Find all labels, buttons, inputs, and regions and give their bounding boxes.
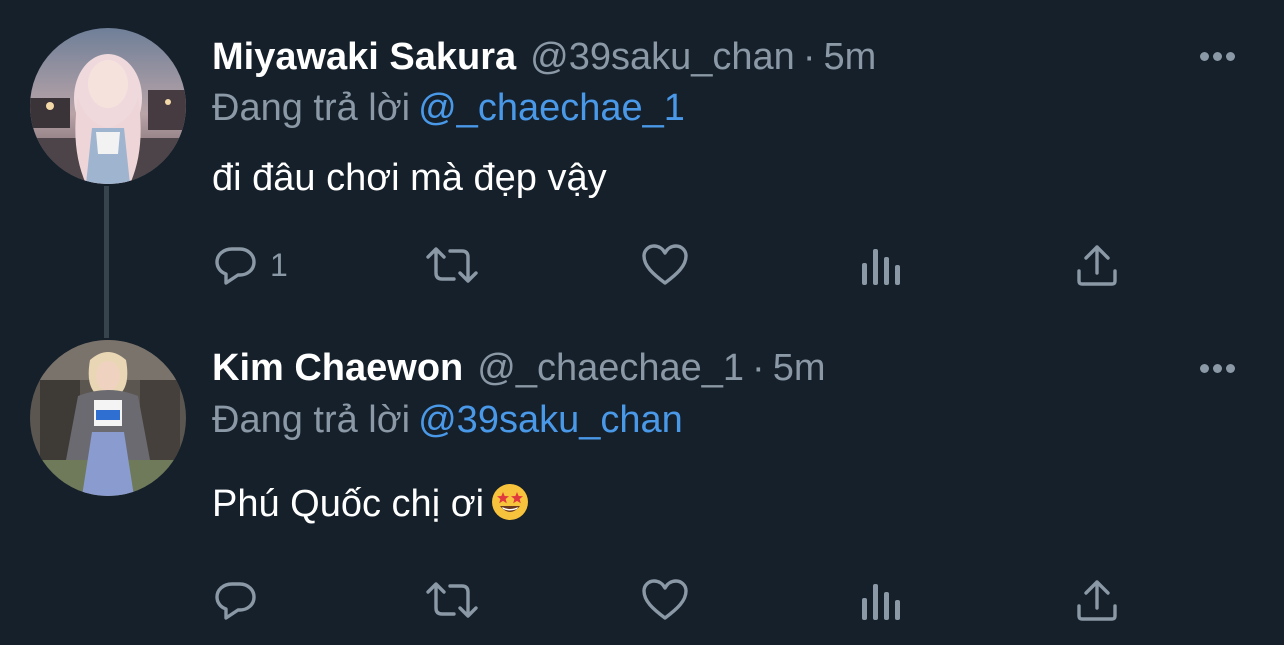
avatar[interactable] xyxy=(30,340,186,496)
avatar[interactable] xyxy=(30,28,186,184)
replying-label: Đang trả lời xyxy=(212,399,411,441)
retweet-icon xyxy=(426,582,478,618)
more-icon[interactable] xyxy=(1200,361,1240,375)
share-icon xyxy=(1077,580,1117,621)
share-button[interactable] xyxy=(1074,575,1120,625)
retweet-icon xyxy=(426,247,478,283)
mention-link[interactable]: @39saku_chan xyxy=(418,399,683,441)
views-icon xyxy=(862,584,900,620)
user-handle[interactable]: @_chaechae_1 xyxy=(477,347,744,389)
like-icon xyxy=(642,579,688,620)
tweet-header: Miyawaki Sakura @39saku_chan · 5m xyxy=(212,35,876,79)
views-button[interactable] xyxy=(858,575,902,625)
share-button[interactable] xyxy=(1074,240,1120,290)
display-name[interactable]: Miyawaki Sakura xyxy=(212,36,516,78)
replying-to-line: Đang trả lời @_chaechae_1 xyxy=(212,86,685,130)
avatar-photo-chaewon xyxy=(30,340,186,496)
separator-dot: · xyxy=(752,347,765,389)
tweet-content: Phú Quốc chị ơi xyxy=(212,481,530,527)
tweet[interactable]: Kim Chaewon @_chaechae_1 · 5m Đang trả lời @… xyxy=(0,330,1284,645)
replying-to-line: Đang trả lời @39saku_chan xyxy=(212,398,683,442)
like-button[interactable] xyxy=(640,575,690,625)
action-bar xyxy=(212,575,1152,625)
user-handle[interactable]: @39saku_chan xyxy=(530,36,795,78)
like-icon xyxy=(642,244,688,285)
display-name[interactable]: Kim Chaewon xyxy=(212,347,463,389)
share-icon xyxy=(1077,245,1117,286)
like-button[interactable] xyxy=(640,240,690,290)
timestamp[interactable]: 5m xyxy=(823,36,876,78)
tweet-text: đi đâu chơi mà đẹp vậy xyxy=(212,157,607,199)
timestamp[interactable]: 5m xyxy=(773,347,826,389)
reply-thread: Miyawaki Sakura @39saku_chan · 5m Đang trả … xyxy=(0,0,1284,645)
replying-label: Đang trả lời xyxy=(212,87,411,129)
separator-dot: · xyxy=(802,36,816,78)
action-bar: 1 xyxy=(212,240,1152,290)
reply-button[interactable]: 1 xyxy=(212,240,288,290)
views-icon xyxy=(862,249,900,285)
views-button[interactable] xyxy=(858,240,902,290)
tweet[interactable]: Miyawaki Sakura @39saku_chan · 5m Đang trả … xyxy=(0,0,1284,330)
avatar-photo-sakura xyxy=(30,28,186,184)
reply-count: 1 xyxy=(270,246,288,283)
tweet-text: Phú Quốc chị ơi xyxy=(212,483,485,525)
reply-button[interactable] xyxy=(212,575,270,625)
tweet-header: Kim Chaewon @_chaechae_1 · 5m xyxy=(212,346,825,390)
reply-icon xyxy=(215,247,256,285)
star-struck-emoji xyxy=(492,484,529,520)
reply-icon xyxy=(215,582,256,620)
mention-link[interactable]: @_chaechae_1 xyxy=(418,87,685,129)
retweet-button[interactable] xyxy=(424,575,480,625)
more-icon[interactable] xyxy=(1200,49,1240,63)
retweet-button[interactable] xyxy=(424,240,480,290)
